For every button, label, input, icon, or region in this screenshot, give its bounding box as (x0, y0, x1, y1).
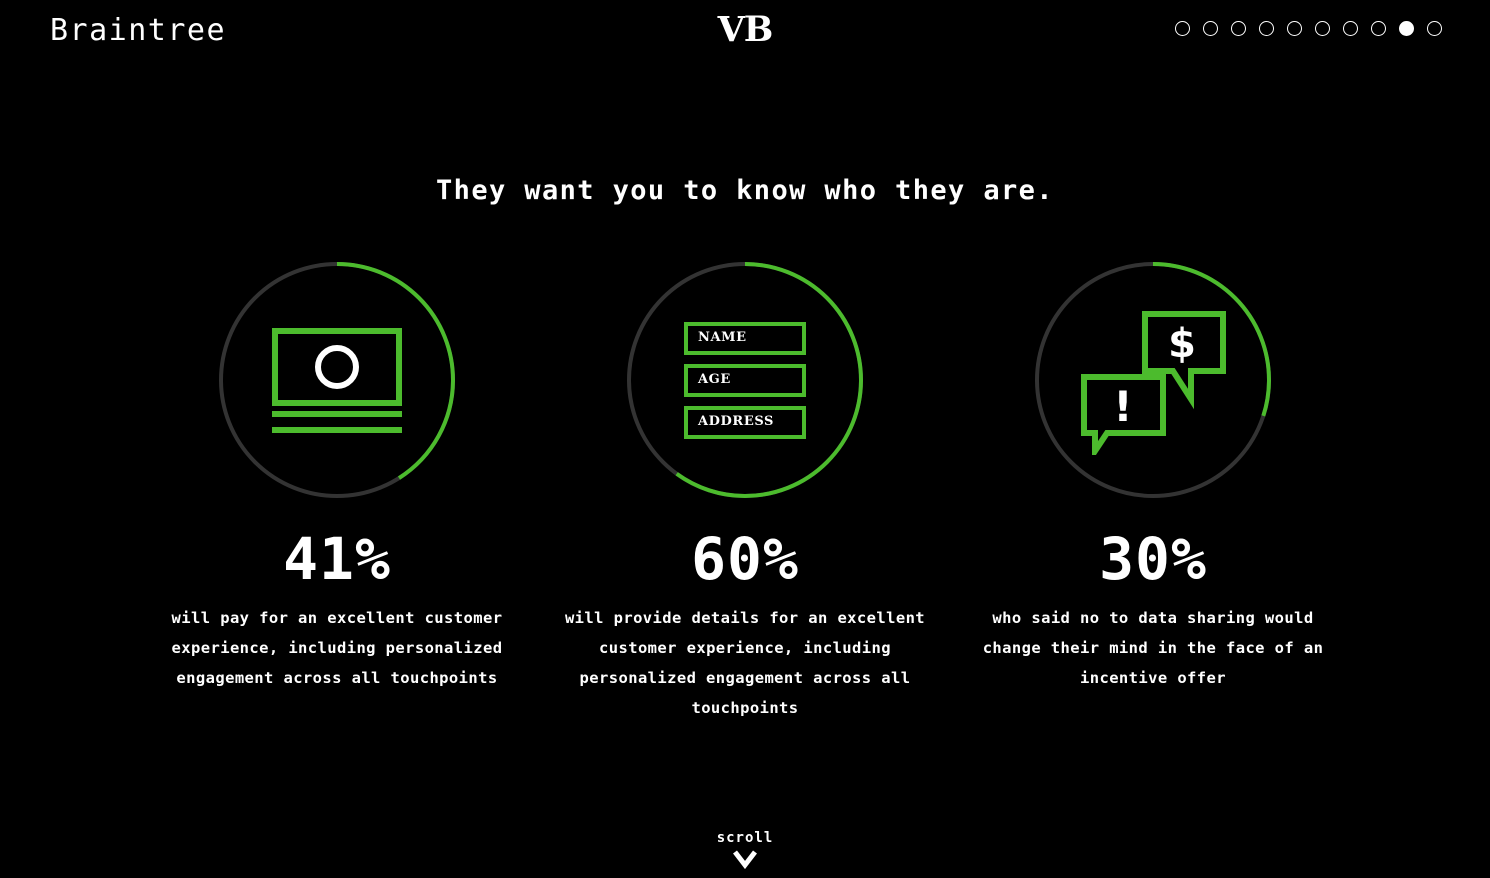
stat-caption-3: who said no to data sharing would change… (982, 609, 1324, 687)
stat-icon-2: NAME AGE ADDRESS (627, 262, 863, 498)
stat-column-1: 41% will pay for an excellent customer ex… (133, 262, 541, 693)
form-fields-icon: NAME AGE ADDRESS (684, 321, 806, 439)
stat-percent-3: 30% (1099, 525, 1207, 593)
slide-dot-1[interactable] (1175, 21, 1190, 36)
scroll-indicator[interactable]: scroll (0, 829, 1490, 872)
page-headline: They want you to know who they are. (436, 175, 1054, 206)
form-field-age: AGE (684, 363, 806, 397)
slide-dot-8[interactable] (1371, 21, 1386, 36)
exclamation-symbol: ! (1113, 382, 1132, 431)
slide-dot-5[interactable] (1287, 21, 1302, 36)
scroll-label: scroll (716, 830, 774, 846)
stat-column-3: $! 30% who said no to data sharing would c… (949, 262, 1357, 693)
stat-ring-2: NAME AGE ADDRESS (627, 262, 863, 498)
stat-caption-2: will provide details for an excellent cu… (564, 609, 926, 717)
form-field-name: NAME (684, 321, 806, 355)
chevron-down-icon (730, 849, 760, 872)
slide-dot-4[interactable] (1259, 21, 1274, 36)
stat-percent-2: 60% (691, 525, 799, 593)
slide-dot-10[interactable] (1427, 21, 1442, 36)
stat-percent-1: 41% (283, 525, 391, 593)
dollar-symbol: $ (1168, 321, 1196, 367)
stat-icon-3: $! (1035, 262, 1271, 498)
slide-dot-2[interactable] (1203, 21, 1218, 36)
form-field-label: AGE (698, 372, 731, 387)
stat-ring-1 (219, 262, 455, 498)
stat-caption-1: will pay for an excellent customer exper… (171, 609, 503, 687)
stats-row: 41% will pay for an excellent customer ex… (0, 262, 1490, 723)
form-field-address: ADDRESS (684, 405, 806, 439)
slide-dot-7[interactable] (1343, 21, 1358, 36)
stat-column-2: NAME AGE ADDRESS 60% will provide details fo… (541, 262, 949, 723)
speech-bubbles-icon: $! (1081, 311, 1226, 455)
slide-dot-navigation[interactable] (1175, 21, 1442, 36)
form-field-label: ADDRESS (698, 414, 775, 429)
slide-dot-9-active[interactable] (1399, 21, 1414, 36)
slide-dot-3[interactable] (1231, 21, 1246, 36)
stat-icon-1 (219, 262, 455, 498)
stat-ring-3: $! (1035, 262, 1271, 498)
slide-dot-6[interactable] (1315, 21, 1330, 36)
page-header: Braintree VB (0, 0, 1490, 60)
form-field-label: NAME (698, 330, 747, 345)
banknote-icon (272, 327, 402, 433)
